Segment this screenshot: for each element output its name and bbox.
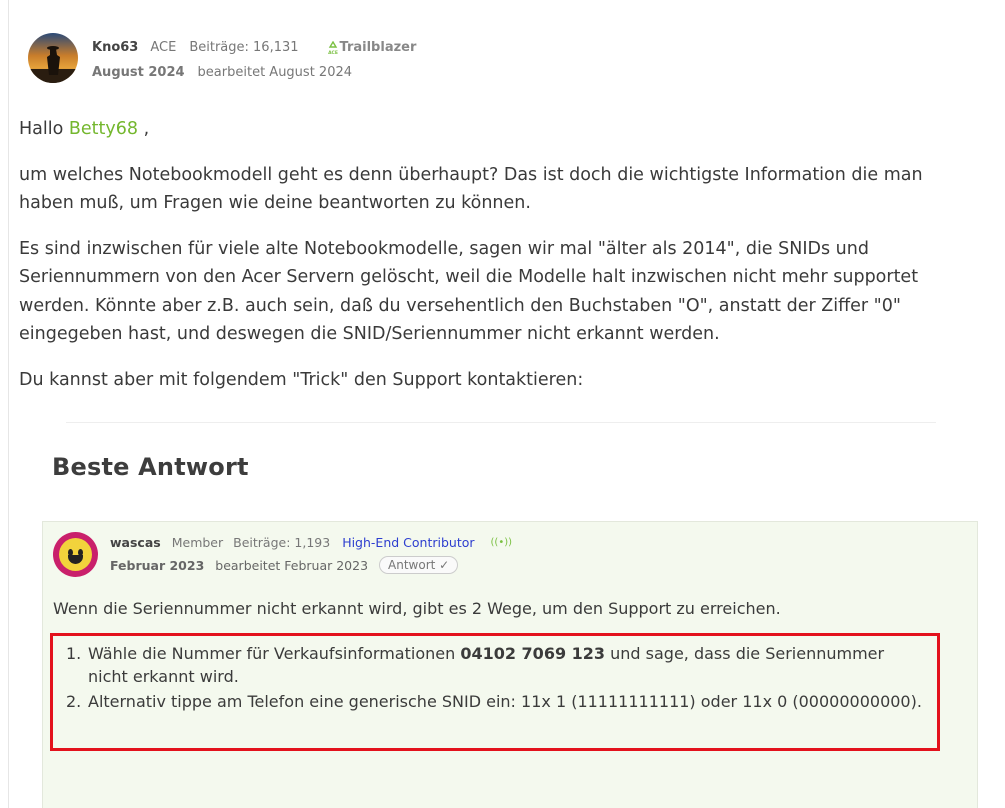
avatar (53, 532, 98, 577)
author-name[interactable]: Kno63 (92, 39, 138, 57)
highlight-box (50, 633, 940, 751)
greeting: Hallo Betty68 , (19, 115, 979, 144)
answer-author-name: wascas (110, 535, 161, 550)
greeting-suffix: , (138, 119, 150, 139)
answer-date: Februar 2023 (110, 557, 205, 573)
answer-intro: Wenn die Seriennummer nicht erkannt wird… (53, 599, 781, 618)
answer-edited-label: bearbeitet Februar 2023 (215, 557, 369, 573)
embedded-screenshot: Beste Antwort wascas Member Beiträge: 1,… (42, 420, 980, 808)
signal-icon: ((•)) (490, 537, 513, 548)
post-date[interactable]: August 2024 (92, 64, 185, 82)
paragraph: Es sind inzwischen für viele alte Notebo… (19, 238, 919, 345)
post-header: Kno63 ACE Beiträge: 16,131 ACE Trailblaz… (28, 33, 416, 85)
avatar[interactable] (28, 33, 78, 83)
badge-label: Trailblazer (339, 40, 417, 55)
divider (66, 422, 936, 423)
best-answer-card: wascas Member Beiträge: 1,193 High-End C… (42, 521, 978, 808)
author-post-count: Beiträge: 16,131 (189, 40, 299, 55)
recycle-ace-icon: ACE (327, 40, 339, 56)
paragraph: Du kannst aber mit folgendem "Trick" den… (19, 369, 584, 390)
post-body: Hallo Betty68 , um welches Notebookmodel… (19, 115, 979, 411)
paragraph: um welches Notebookmodell geht es denn ü… (19, 164, 923, 214)
answer-author-post-count: Beiträge: 1,193 (233, 535, 331, 550)
user-mention-link[interactable]: Betty68 (69, 119, 138, 139)
answer-tag: Antwort ✓ (379, 556, 459, 574)
edited-label: bearbeitet August 2024 (197, 65, 353, 80)
svg-text:ACE: ACE (328, 50, 338, 55)
contributor-badge: High-End Contributor (342, 535, 475, 550)
best-answer-title: Beste Antwort (52, 453, 249, 481)
thread-left-border (8, 0, 9, 808)
greeting-text: Hallo (19, 119, 64, 139)
answer-author-rank: Member (171, 535, 224, 550)
author-rank: ACE (150, 40, 177, 55)
trailblazer-badge: ACE Trailblazer (327, 39, 417, 57)
answer-meta: wascas Member Beiträge: 1,193 High-End C… (110, 534, 512, 574)
smiley-icon (59, 538, 92, 571)
